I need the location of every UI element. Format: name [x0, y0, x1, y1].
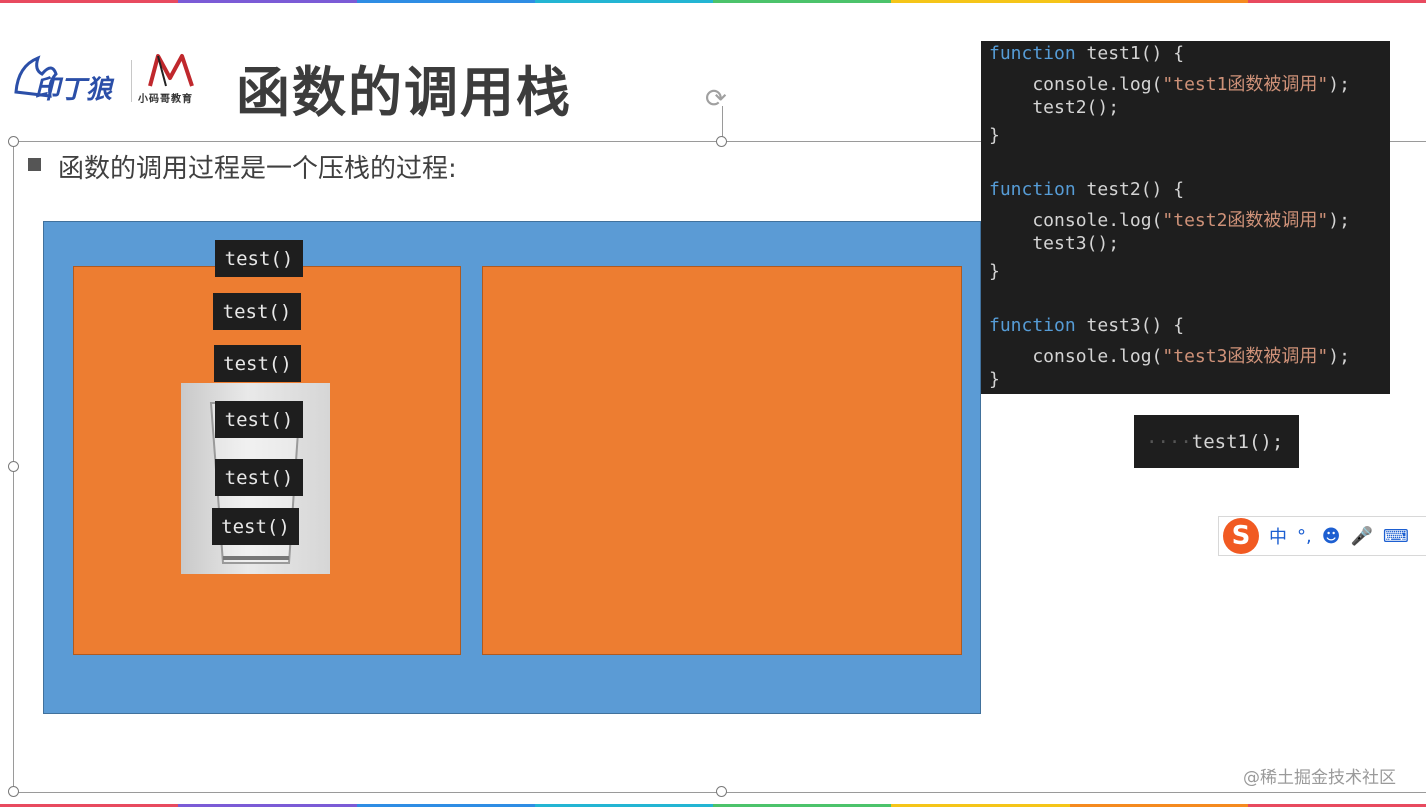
rotate-stem — [722, 106, 723, 140]
ime-keyboard-icon[interactable]: ⌨ — [1383, 526, 1409, 547]
code-line: } — [989, 369, 1000, 391]
resize-handle-t[interactable] — [716, 136, 727, 147]
bullet-text: 函数的调用过程是一个压栈的过程: — [58, 154, 457, 184]
ime-voice-icon[interactable]: 🎤 — [1351, 526, 1373, 547]
wolf-logo: 印丁狼 — [12, 52, 127, 108]
slide-title: 函数的调用栈 — [236, 61, 572, 124]
code-panel: function test1() { console.log("test1函数被… — [981, 41, 1390, 394]
call-statement[interactable]: ···· test1(); — [1134, 415, 1299, 468]
heap-area — [482, 266, 962, 655]
stack-tag[interactable]: test() — [215, 401, 303, 438]
stack-tag[interactable]: test() — [215, 240, 303, 277]
ime-punctuation-icon[interactable]: °, — [1297, 526, 1312, 547]
ime-chinese-mode[interactable]: 中 — [1269, 523, 1287, 549]
bullet-marker — [28, 158, 41, 171]
sogou-logo-icon[interactable]: S — [1223, 518, 1259, 554]
stack-tag[interactable]: test() — [212, 508, 299, 545]
code-line: } — [989, 124, 1000, 146]
ime-emoji-icon[interactable]: ☻ — [1322, 526, 1341, 547]
code-line: function test1() { — [989, 43, 1185, 64]
stack-tag[interactable]: test() — [213, 293, 301, 330]
code-line: console.log("test3函数被调用"); — [989, 346, 1350, 368]
resize-handle-b[interactable] — [716, 786, 727, 797]
mage-logo-text: 小码哥教育 — [138, 94, 193, 105]
code-line: console.log("test1函数被调用"); — [989, 74, 1350, 96]
code-line: function test3() { — [989, 315, 1185, 336]
code-line: } — [989, 260, 1000, 282]
stack-tag[interactable]: test() — [214, 345, 301, 382]
top-color-bar — [0, 0, 1426, 3]
code-line: test2(); — [989, 97, 1120, 119]
resize-handle-l[interactable] — [8, 461, 19, 472]
watermark: @稀土掘金技术社区 — [1243, 768, 1396, 788]
resize-handle-bl[interactable] — [8, 786, 19, 797]
resize-handle-tl[interactable] — [8, 136, 19, 147]
svg-text:印丁狼: 印丁狼 — [34, 75, 115, 105]
stack-tag[interactable]: test() — [215, 459, 303, 496]
code-line: function test2() { — [989, 179, 1185, 200]
code-line: test3(); — [989, 233, 1120, 255]
code-line: console.log("test2函数被调用"); — [989, 210, 1350, 232]
logo-divider — [131, 60, 132, 102]
call-text: test1(); — [1191, 430, 1284, 453]
ime-toolbar[interactable]: S 中 °, ☻ 🎤 ⌨ — [1218, 516, 1426, 556]
